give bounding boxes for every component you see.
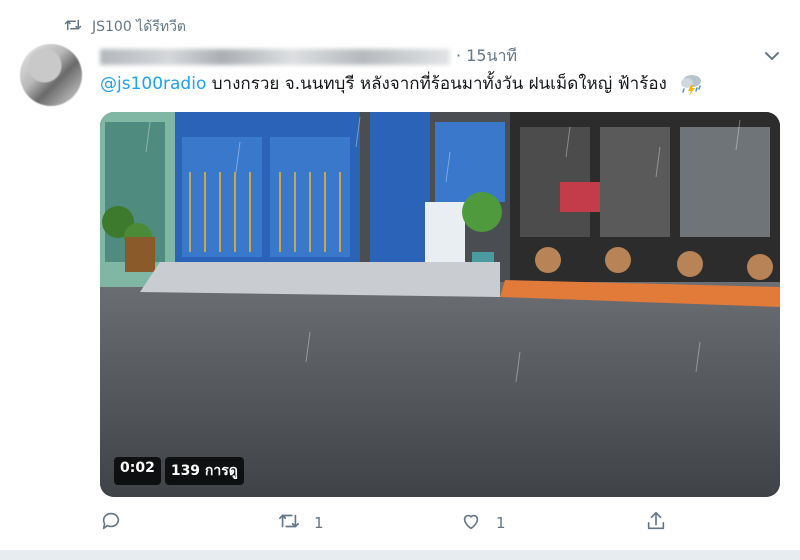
retweet-action-icon xyxy=(278,510,300,536)
video-duration: 0:02 xyxy=(114,457,161,485)
thunderstorm-icon xyxy=(678,72,704,96)
video-views: 139 การดู xyxy=(164,457,244,485)
retweet-icon xyxy=(64,17,82,37)
reply-icon xyxy=(100,510,122,536)
retweet-count: 1 xyxy=(314,514,324,532)
feed-divider xyxy=(0,550,800,560)
video-overlay: 0:02 139 การดู xyxy=(114,457,244,485)
mention-link[interactable]: @js100radio xyxy=(100,74,206,94)
like-button[interactable]: 1 xyxy=(460,510,506,536)
retweet-button[interactable]: 1 xyxy=(278,510,324,536)
tweet-text: @js100radio บางกรวย จ.นนทบุรี หลังจากที่… xyxy=(100,72,704,96)
share-icon xyxy=(645,510,667,536)
reply-button[interactable] xyxy=(100,510,136,536)
avatar[interactable] xyxy=(20,44,82,106)
blurred-author-name[interactable] xyxy=(100,48,450,65)
like-count: 1 xyxy=(496,514,506,532)
retweeted-by-label: JS100 ได้รีทวีต xyxy=(92,19,187,35)
tweet-timestamp[interactable]: · 15นาที xyxy=(456,44,517,69)
tweet-actions: 1 1 xyxy=(100,510,680,538)
retweet-context[interactable]: JS100 ได้รีทวีต xyxy=(64,16,186,38)
video-player[interactable]: 0:02 139 การดู xyxy=(100,112,780,497)
share-button[interactable] xyxy=(645,510,667,536)
author-row: · 15นาที xyxy=(100,44,517,69)
tweet-menu-chevron-icon[interactable] xyxy=(762,46,782,66)
tweet-body: บางกรวย จ.นนทบุรี หลังจากที่ร้อนมาทั้งวั… xyxy=(206,74,667,94)
heart-icon xyxy=(460,510,482,536)
video-frame xyxy=(100,112,780,497)
